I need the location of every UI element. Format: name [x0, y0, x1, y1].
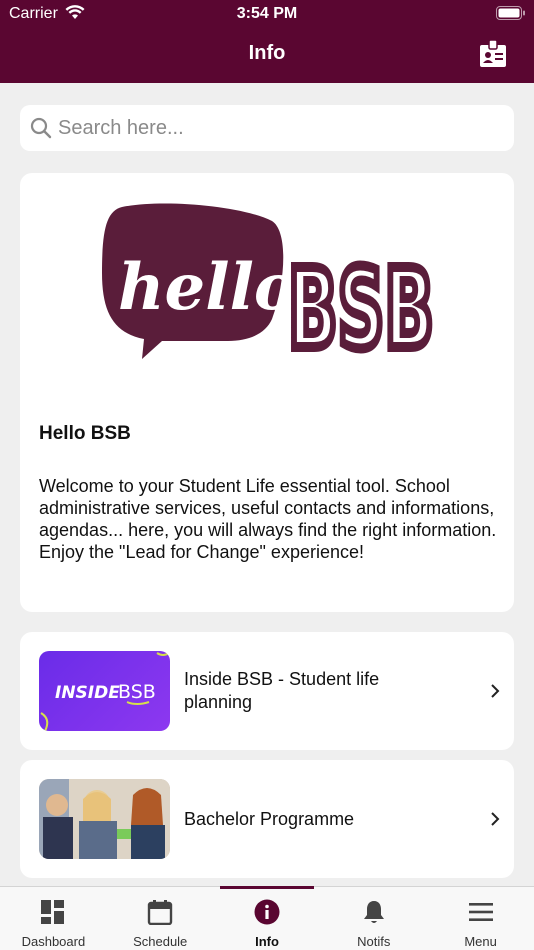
tab-info[interactable]: Info — [214, 887, 321, 950]
bachelor-programme-thumbnail — [39, 779, 170, 859]
inside-bsb-thumbnail: INSIDE BSB — [39, 651, 170, 731]
list-item-label: Bachelor Programme — [184, 809, 355, 829]
hello-bsb-logo: hello BSB — [102, 203, 436, 361]
page-title: Info — [248, 42, 286, 64]
tab-label: Dashboard — [21, 934, 86, 949]
list-item-label: Inside BSB - Student life planning — [184, 669, 380, 712]
app-header: Carrier 3:54 PM Info — [0, 0, 534, 83]
id-card-icon[interactable] — [480, 40, 506, 68]
hello-bsb-card: hello BSB Hello BSB Welcome to your Stud… — [20, 173, 514, 612]
svg-text:BSB: BSB — [288, 245, 434, 361]
list-item-bachelor-programme[interactable]: Bachelor Programme — [20, 760, 514, 878]
svg-text:INSIDE: INSIDE — [55, 683, 120, 703]
calendar-icon — [147, 900, 173, 925]
list-item-inside-bsb[interactable]: INSIDE BSB Inside BSB - Student life pla… — [20, 632, 514, 750]
bell-icon — [363, 901, 384, 923]
search-icon — [30, 117, 52, 139]
chevron-right-icon — [491, 812, 500, 826]
tab-schedule[interactable]: Schedule — [107, 887, 214, 950]
tab-label: Notifs — [357, 934, 391, 949]
tab-menu[interactable]: Menu — [427, 887, 534, 950]
svg-text:BSB: BSB — [118, 681, 156, 703]
hamburger-icon — [468, 903, 493, 921]
status-bar: Carrier 3:54 PM — [0, 0, 534, 28]
battery-icon — [496, 6, 525, 20]
chevron-right-icon — [491, 684, 500, 698]
info-icon — [254, 899, 280, 925]
search-input[interactable] — [58, 105, 498, 151]
tab-notifs[interactable]: Notifs — [320, 887, 427, 950]
clock: 3:54 PM — [236, 5, 298, 22]
svg-text:hello: hello — [118, 250, 297, 325]
tab-label: Menu — [464, 934, 497, 949]
search-bar[interactable] — [20, 105, 514, 151]
card-title: Hello BSB — [39, 423, 131, 444]
tab-dashboard[interactable]: Dashboard — [0, 887, 107, 950]
tab-label: Info — [255, 934, 279, 949]
card-body-text: Welcome to your Student Life essential t… — [39, 476, 497, 562]
bottom-tab-bar: Dashboard Schedule Info Notifs Menu — [0, 886, 534, 950]
tab-label: Schedule — [133, 934, 188, 949]
dashboard-icon — [41, 900, 65, 924]
